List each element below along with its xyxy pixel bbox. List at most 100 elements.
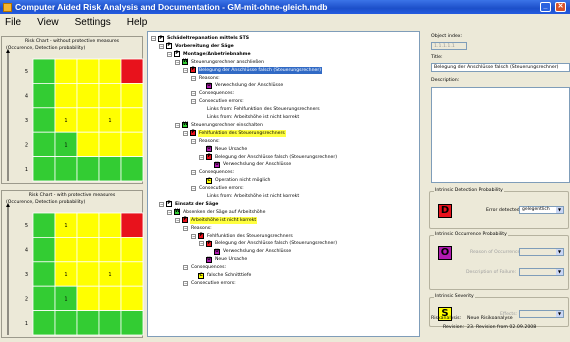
- tree-node-label: Neue Ursache: [215, 146, 248, 152]
- tree-node[interactable]: − F Fehlfunktion des Steuerungsrechners: [191, 233, 294, 240]
- risk-cell: [76, 83, 100, 109]
- tree-node-label: Neue Ursache: [215, 257, 248, 263]
- tree-node[interactable]: − Reasons:: [191, 138, 221, 145]
- detection-group: Intrinsic Detection Probability D Error …: [429, 188, 569, 229]
- expander-icon[interactable]: −: [191, 170, 196, 176]
- node-type-icon: U: [214, 248, 220, 255]
- tree-node-label: Links from: Fehlfunktion des Steuerungsr…: [207, 107, 320, 113]
- expander-icon[interactable]: −: [183, 225, 188, 231]
- expander-icon[interactable]: −: [191, 186, 196, 192]
- menu-help[interactable]: Help: [124, 17, 151, 28]
- tree-node[interactable]: − Consecutive errors:: [191, 98, 245, 105]
- expander-icon[interactable]: −: [175, 217, 180, 223]
- expander-icon[interactable]: −: [175, 59, 180, 65]
- tree-node[interactable]: − F Arbeitshöhe ist nicht korrekt: [175, 216, 258, 224]
- tree-node[interactable]: U Neue Ursache: [199, 146, 248, 153]
- tree-node[interactable]: − Consecutive errors:: [191, 185, 245, 192]
- tree-node-label: Links from: Arbeitshöhe ist nicht korrek…: [207, 115, 300, 120]
- tree-node[interactable]: U Verwechslung der Anschlüsse: [207, 161, 292, 168]
- expander-icon[interactable]: −: [167, 209, 172, 215]
- node-type-icon: U: [206, 146, 212, 153]
- menu-file[interactable]: File: [2, 17, 24, 28]
- risk-cell: [120, 310, 144, 336]
- row-tick: 3: [25, 272, 28, 278]
- description-label: Description:: [431, 78, 460, 83]
- tree-node-label: falsche Schnitttiefe: [207, 273, 252, 278]
- tree-node[interactable]: U Verwechslung der Anschlüsse: [207, 248, 292, 255]
- tree-node[interactable]: − Reasons:: [183, 225, 213, 232]
- risk-cell: [54, 310, 78, 336]
- tree-node[interactable]: − F Belegung der Anschlüsse falsch (Steuer…: [183, 66, 322, 74]
- occurrence-indicator: O: [438, 246, 452, 260]
- tree-node[interactable]: − F Belegung der Anschlüsse falsch (Steuer…: [199, 154, 338, 161]
- detection-group-title: Intrinsic Detection Probability: [434, 188, 504, 193]
- risk-cell: [32, 310, 56, 336]
- description-field[interactable]: [431, 87, 570, 183]
- tree-node[interactable]: − P Vorbereitung der Säge: [159, 43, 235, 50]
- row-tick: 4: [25, 248, 28, 254]
- effects-select[interactable]: ▼: [519, 310, 564, 318]
- expander-icon[interactable]: −: [159, 43, 164, 49]
- tree-node[interactable]: U Neue Ursache: [199, 256, 248, 263]
- tree-node[interactable]: − Consequences:: [191, 169, 235, 176]
- tree-node[interactable]: − F Belegung der Anschlüsse falsch (Steuer…: [199, 240, 338, 247]
- title-field[interactable]: Belegung der Anschlüsse falsch (Steuerun…: [431, 63, 570, 72]
- tree-node[interactable]: Links from: Arbeitshöhe ist nicht korrek…: [199, 193, 300, 200]
- tree-node[interactable]: Links from: Fehlfunktion des Steuerungsr…: [199, 106, 321, 113]
- tree-node[interactable]: U Verwechslung der Anschlüsse: [199, 82, 284, 89]
- tree-node[interactable]: − Consequences:: [191, 90, 235, 97]
- node-type-icon: U: [206, 82, 212, 89]
- tree-node[interactable]: − P Einsatz der Säge: [159, 201, 219, 208]
- row-tick: 4: [25, 94, 28, 100]
- node-type-icon: C: [206, 177, 212, 184]
- tree-node[interactable]: − P Montage/Anbetriebnahme: [167, 51, 252, 58]
- expander-icon[interactable]: −: [183, 280, 188, 286]
- tree-node[interactable]: − W Absenken der Säge auf Arbeitshöhe: [167, 209, 266, 216]
- expander-icon[interactable]: −: [175, 122, 180, 128]
- risk-cell: [32, 131, 56, 157]
- expander-icon[interactable]: −: [191, 233, 196, 239]
- tree-node[interactable]: Cfalsche Schnitttiefe: [191, 272, 252, 279]
- risk-cell: [120, 156, 144, 182]
- expander-icon[interactable]: −: [191, 99, 196, 105]
- expander-icon[interactable]: −: [199, 241, 204, 247]
- menu-view[interactable]: View: [34, 17, 62, 28]
- risk-cell: [32, 83, 56, 109]
- expander-icon[interactable]: −: [183, 130, 188, 136]
- tree-node[interactable]: − W Steuerungsrechner anschließen: [175, 59, 265, 66]
- minimize-button[interactable]: _: [540, 2, 551, 12]
- risk-cell: [54, 237, 78, 263]
- error-detected-select[interactable]: gelegentlich ▼: [519, 206, 564, 214]
- expander-icon[interactable]: −: [199, 154, 204, 160]
- node-type-icon: P: [174, 51, 180, 58]
- expander-icon[interactable]: −: [159, 201, 164, 207]
- revision-label: Revision:: [443, 325, 465, 330]
- node-type-icon: F: [206, 240, 212, 247]
- tree-node[interactable]: C Operation nicht möglich: [199, 177, 271, 184]
- risk-cell: [76, 310, 100, 336]
- risk-count: 1: [64, 142, 67, 148]
- expander-icon[interactable]: −: [151, 36, 156, 41]
- tree-node[interactable]: Links from: Arbeitshöhe ist nicht korrek…: [199, 114, 300, 121]
- tree-node-label: Reasons:: [199, 138, 220, 144]
- expander-icon[interactable]: −: [183, 265, 188, 271]
- expander-icon[interactable]: −: [191, 91, 196, 97]
- menu-settings[interactable]: Settings: [72, 17, 114, 28]
- risk-cell: [98, 237, 122, 263]
- tree-node[interactable]: − Consequences:: [183, 264, 227, 271]
- tree-node-label: Belegung der Anschlüsse falsch (Steuerun…: [198, 66, 322, 74]
- risk-tree[interactable]: − P Schädeltrepanation mittels STS − P Vorber…: [147, 31, 420, 337]
- failure-select[interactable]: ▼: [519, 268, 564, 276]
- reason-select[interactable]: ▼: [519, 248, 564, 256]
- expander-icon[interactable]: −: [183, 67, 188, 73]
- tree-node[interactable]: − P Schädeltrepanation mittels STS: [151, 35, 250, 42]
- close-button[interactable]: ✕: [555, 2, 566, 12]
- tree-node[interactable]: − Consecutive errors:: [183, 280, 237, 287]
- expander-icon[interactable]: −: [167, 51, 172, 57]
- tree-node-label: Reasons:: [199, 75, 220, 81]
- expander-icon[interactable]: −: [191, 75, 196, 81]
- tree-node[interactable]: − Reasons:: [191, 75, 221, 82]
- expander-icon[interactable]: −: [191, 138, 196, 144]
- tree-node[interactable]: − F Fehlfunktion des Steuerungsrechners: [183, 129, 286, 137]
- tree-node[interactable]: − W Steuerungsrechner einschalten: [175, 122, 264, 129]
